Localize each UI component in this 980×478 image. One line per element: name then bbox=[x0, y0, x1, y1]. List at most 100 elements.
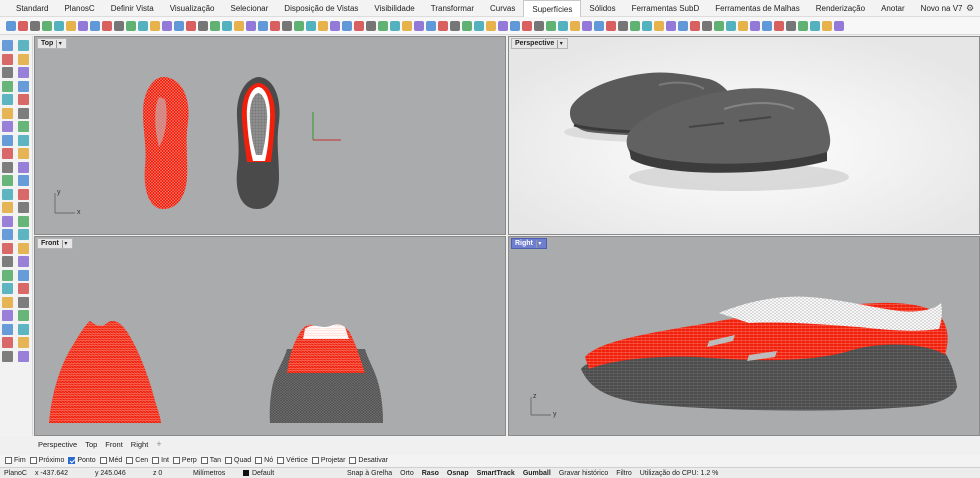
viewport-tab-0[interactable]: Perspective bbox=[38, 440, 77, 449]
toolbar-tool-icon[interactable] bbox=[690, 20, 700, 31]
cplane-label[interactable]: PlanoC bbox=[0, 470, 31, 477]
osnap-option[interactable]: Méd bbox=[99, 457, 122, 464]
osnap-checkbox[interactable] bbox=[200, 457, 208, 464]
tab-8[interactable]: Curvas bbox=[482, 0, 523, 17]
viewport-title-perspective[interactable]: Perspective ▾ bbox=[511, 38, 569, 49]
tab-10[interactable]: Sólidos bbox=[581, 0, 623, 17]
tab-9[interactable]: Superfícies bbox=[523, 0, 582, 17]
toolbar-tool-icon[interactable] bbox=[582, 20, 592, 31]
left-tool-icon[interactable] bbox=[18, 94, 29, 105]
toolbar-tool-icon[interactable] bbox=[534, 20, 544, 31]
units-label[interactable]: Milímetros bbox=[189, 470, 239, 477]
osnap-option[interactable]: Perp bbox=[172, 457, 197, 464]
toolbar-tool-icon[interactable] bbox=[618, 20, 628, 31]
toolbar-tool-icon[interactable] bbox=[654, 20, 664, 31]
layer-indicator[interactable]: Default bbox=[239, 469, 343, 477]
tab-2[interactable]: Definir Vista bbox=[103, 0, 162, 17]
toolbar-tool-icon[interactable] bbox=[78, 20, 88, 31]
viewport-front[interactable]: Front ▾ bbox=[34, 236, 506, 436]
left-tool-icon[interactable] bbox=[2, 94, 13, 105]
toolbar-tool-icon[interactable] bbox=[282, 20, 292, 31]
osnap-option[interactable]: Ponto bbox=[68, 457, 96, 464]
history-toggle[interactable]: Gravar histórico bbox=[555, 470, 612, 477]
osnap-checkbox[interactable] bbox=[5, 457, 12, 464]
toolbar-tool-icon[interactable] bbox=[42, 20, 52, 31]
viewport-tab-2[interactable]: Front bbox=[105, 440, 123, 449]
toolbar-tool-icon[interactable] bbox=[18, 20, 28, 31]
left-tool-icon[interactable] bbox=[18, 310, 29, 321]
toolbar-tool-icon[interactable] bbox=[774, 20, 784, 31]
toolbar-tool-icon[interactable] bbox=[30, 20, 40, 31]
tab-14[interactable]: Anotar bbox=[873, 0, 913, 17]
osnap-checkbox[interactable] bbox=[99, 457, 107, 464]
toolbar-tool-icon[interactable] bbox=[714, 20, 724, 31]
viewport-title-right[interactable]: Right ▾ bbox=[511, 238, 547, 249]
osnap-option[interactable]: Int bbox=[152, 457, 169, 464]
left-tool-icon[interactable] bbox=[2, 229, 13, 240]
toolbar-tool-icon[interactable] bbox=[498, 20, 508, 31]
toolbar-tool-icon[interactable] bbox=[54, 20, 64, 31]
toolbar-tool-icon[interactable] bbox=[318, 20, 328, 31]
left-tool-icon[interactable] bbox=[18, 296, 29, 308]
left-tool-icon[interactable] bbox=[2, 256, 13, 267]
tab-6[interactable]: Visibilidade bbox=[366, 0, 422, 17]
left-tool-icon[interactable] bbox=[2, 53, 13, 65]
osnap-option[interactable]: Vértice bbox=[277, 457, 308, 464]
viewport-right[interactable]: Right ▾ z y bbox=[508, 236, 980, 436]
smarttrack-toggle[interactable]: SmartTrack bbox=[473, 470, 519, 477]
toolbar-tool-icon[interactable] bbox=[666, 20, 676, 31]
viewport-title-top[interactable]: Top ▾ bbox=[37, 38, 68, 49]
toolbar-tool-icon[interactable] bbox=[330, 20, 340, 31]
left-tool-icon[interactable] bbox=[18, 148, 29, 159]
left-tool-icon[interactable] bbox=[18, 242, 29, 254]
left-tool-icon[interactable] bbox=[2, 296, 13, 308]
chevron-down-icon[interactable]: ▾ bbox=[557, 40, 564, 48]
toolbar-tool-icon[interactable] bbox=[438, 20, 448, 31]
tab-15[interactable]: Novo na V7 bbox=[913, 0, 971, 17]
left-tool-icon[interactable] bbox=[2, 188, 13, 200]
ortho-toggle[interactable]: Orto bbox=[396, 470, 418, 477]
tab-11[interactable]: Ferramentas SubD bbox=[624, 0, 708, 17]
toolbar-tool-icon[interactable] bbox=[378, 20, 388, 31]
left-tool-icon[interactable] bbox=[2, 283, 13, 294]
toolbar-tool-icon[interactable] bbox=[762, 20, 772, 31]
toolbar-tool-icon[interactable] bbox=[822, 20, 832, 31]
left-tool-icon[interactable] bbox=[2, 107, 13, 119]
toolbar-tool-icon[interactable] bbox=[66, 20, 76, 31]
chevron-down-icon[interactable]: ▾ bbox=[535, 240, 543, 248]
osnap-checkbox[interactable] bbox=[277, 457, 285, 464]
osnap-option[interactable]: Desativar bbox=[349, 457, 388, 464]
left-tool-icon[interactable] bbox=[18, 121, 29, 132]
left-tool-icon[interactable] bbox=[2, 40, 13, 51]
toolbar-tool-icon[interactable] bbox=[246, 20, 256, 31]
left-tool-icon[interactable] bbox=[2, 80, 13, 92]
toolbar-tool-icon[interactable] bbox=[114, 20, 124, 31]
toolbar-tool-icon[interactable] bbox=[414, 20, 424, 31]
left-tool-icon[interactable] bbox=[18, 337, 29, 348]
viewport-title-front[interactable]: Front ▾ bbox=[37, 238, 73, 249]
left-tool-icon[interactable] bbox=[18, 67, 29, 78]
osnap-checkbox[interactable] bbox=[225, 457, 233, 464]
toolbar-tool-icon[interactable] bbox=[510, 20, 520, 31]
gumball-toggle[interactable]: Gumball bbox=[519, 470, 555, 477]
toolbar-tool-icon[interactable] bbox=[798, 20, 808, 31]
toolbar-tool-icon[interactable] bbox=[258, 20, 268, 31]
toolbar-tool-icon[interactable] bbox=[474, 20, 484, 31]
toolbar-tool-icon[interactable] bbox=[198, 20, 208, 31]
toolbar-tool-icon[interactable] bbox=[810, 20, 820, 31]
toolbar-tool-icon[interactable] bbox=[678, 20, 688, 31]
left-tool-icon[interactable] bbox=[2, 148, 13, 159]
gear-icon[interactable]: ⚙ bbox=[966, 3, 976, 13]
left-tool-icon[interactable] bbox=[18, 188, 29, 200]
osnap-toggle[interactable]: Osnap bbox=[443, 470, 473, 477]
left-tool-icon[interactable] bbox=[18, 175, 29, 186]
tab-13[interactable]: Renderização bbox=[808, 0, 873, 17]
toolbar-tool-icon[interactable] bbox=[642, 20, 652, 31]
toolbar-tool-icon[interactable] bbox=[174, 20, 184, 31]
left-tool-icon[interactable] bbox=[2, 161, 13, 173]
tab-0[interactable]: Standard bbox=[8, 0, 56, 17]
osnap-option[interactable]: Projetar bbox=[311, 457, 345, 464]
toolbar-tool-icon[interactable] bbox=[270, 20, 280, 31]
toolbar-tool-icon[interactable] bbox=[606, 20, 616, 31]
osnap-option[interactable]: Nó bbox=[255, 457, 273, 464]
